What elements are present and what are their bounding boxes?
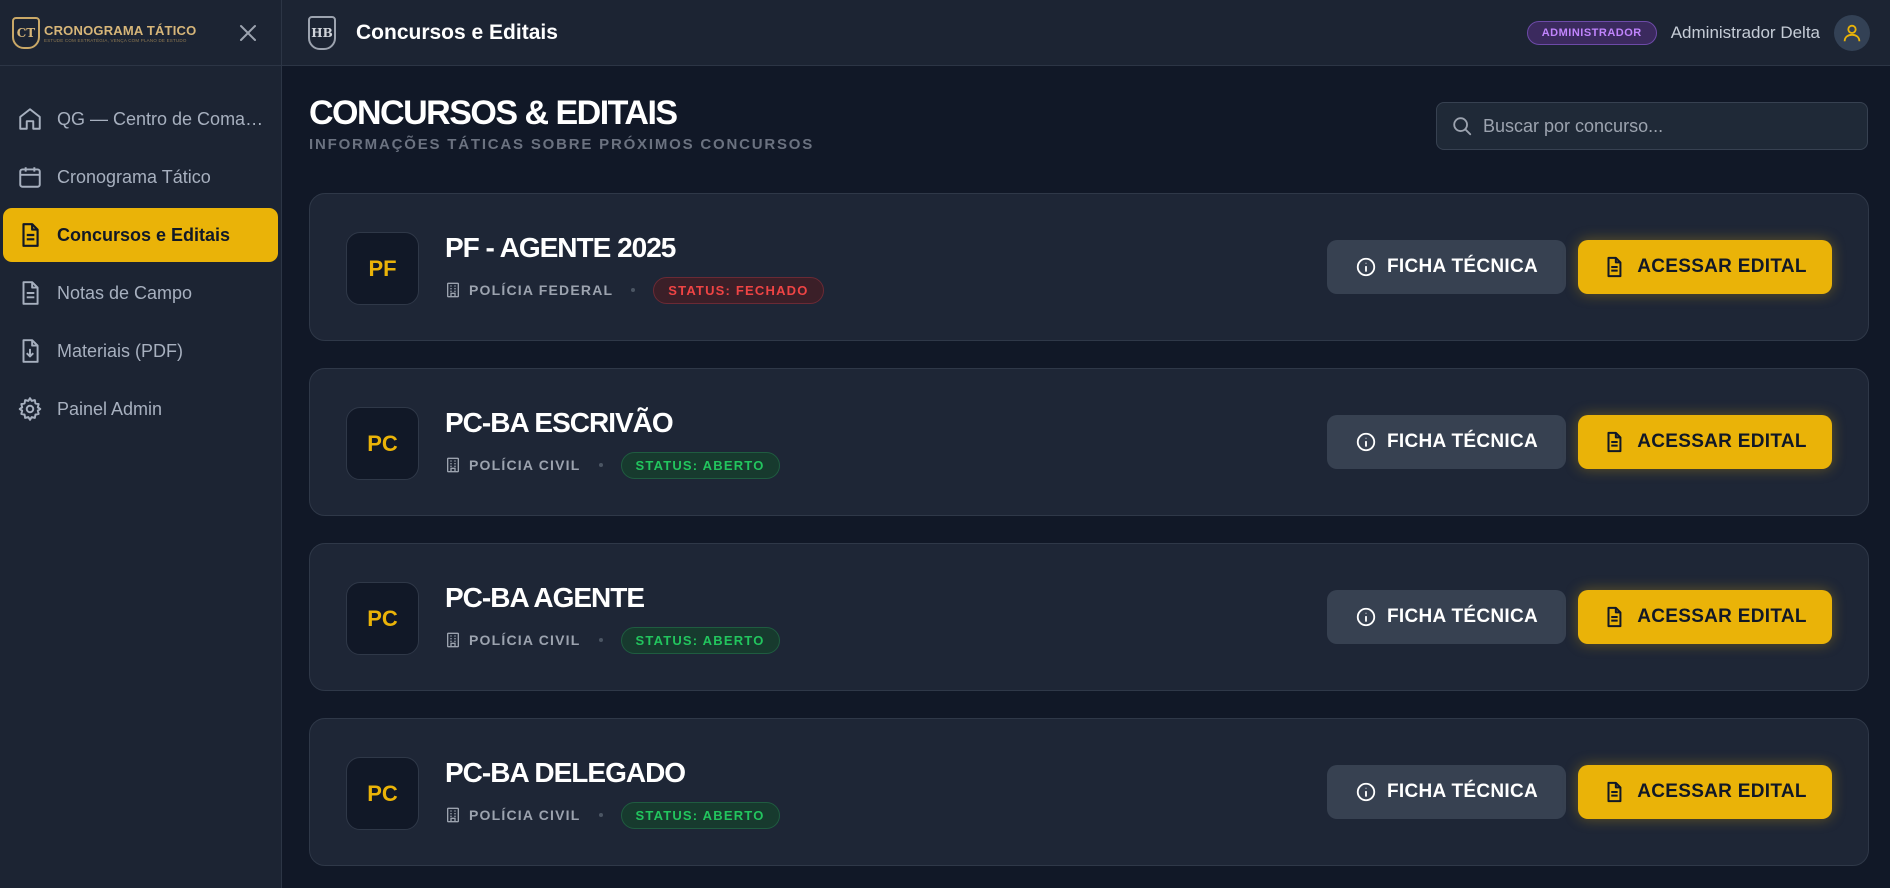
acessar-edital-label: ACESSAR EDITAL xyxy=(1637,431,1807,452)
acessar-edital-label: ACESSAR EDITAL xyxy=(1637,606,1807,627)
building-icon xyxy=(447,807,459,823)
topbar-title: Concursos e Editais xyxy=(356,20,558,44)
info-icon xyxy=(1356,607,1376,627)
building-icon xyxy=(447,457,459,473)
concurso-card: PC PC-BA DELEGADO POLÍCIA CIVIL STATUS: … xyxy=(309,718,1869,866)
role-badge: ADMINISTRADOR xyxy=(1526,21,1657,45)
page-title: CONCURSOS & EDITAIS xyxy=(309,94,678,132)
sidebar: CT CRONOGRAMA TÁTICO ESTUDE COM ESTRATÉG… xyxy=(0,0,282,888)
sidebar-item-label: QG — Centro de Comando xyxy=(57,108,267,129)
acessar-edital-button[interactable]: ACESSAR EDITAL xyxy=(1578,765,1832,819)
concurso-card: PC PC-BA ESCRIVÃO POLÍCIA CIVIL STATUS: … xyxy=(309,368,1869,516)
notes-icon xyxy=(22,281,39,305)
status-badge: STATUS: ABERTO xyxy=(620,626,780,654)
hb-logo: HB xyxy=(308,15,336,50)
info-icon xyxy=(1356,782,1376,802)
close-icon xyxy=(240,24,256,41)
ficha-tecnica-label: FICHA TÉCNICA xyxy=(1387,431,1538,452)
sidebar-item-label: Cronograma Tático xyxy=(57,166,211,187)
document-icon xyxy=(1607,606,1622,628)
status-badge: STATUS: ABERTO xyxy=(620,801,780,829)
sidebar-item-qg[interactable]: QG — Centro de Comando xyxy=(3,92,278,146)
logo-title: CRONOGRAMA TÁTICO xyxy=(44,22,197,38)
concurso-org: POLÍCIA CIVIL xyxy=(469,457,581,473)
sidebar-nav: QG — Centro de Comando Cronograma Tático… xyxy=(0,66,281,436)
ficha-tecnica-button[interactable]: FICHA TÉCNICA xyxy=(1327,590,1566,644)
separator-dot xyxy=(598,813,603,817)
logo-mark: CT xyxy=(12,16,40,49)
app-logo[interactable]: CT CRONOGRAMA TÁTICO ESTUDE COM ESTRATÉG… xyxy=(12,16,197,49)
concurso-title: PC-BA ESCRIVÃO xyxy=(445,407,674,438)
search-icon xyxy=(1453,117,1472,136)
concurso-card: PC PC-BA AGENTE POLÍCIA CIVIL STATUS: AB… xyxy=(309,543,1869,691)
concurso-code: PC xyxy=(346,407,419,480)
concurso-org: POLÍCIA CIVIL xyxy=(469,807,581,823)
main-content: CONCURSOS & EDITAIS INFORMAÇÕES TÁTICAS … xyxy=(282,66,1890,888)
concurso-title: PF - AGENTE 2025 xyxy=(445,232,676,263)
concurso-list: PF PF - AGENTE 2025 POLÍCIA FEDERAL STAT… xyxy=(309,193,1869,888)
topbar: HB Concursos e Editais ADMINISTRADOR Adm… xyxy=(282,0,1890,66)
building-icon xyxy=(447,282,459,298)
user-icon xyxy=(1843,24,1861,42)
concurso-org: POLÍCIA CIVIL xyxy=(469,632,581,648)
home-icon xyxy=(19,108,41,130)
file-download-icon xyxy=(22,339,39,363)
search-input[interactable] xyxy=(1483,115,1853,137)
sidebar-item-materiais[interactable]: Materiais (PDF) xyxy=(3,324,278,378)
separator-dot xyxy=(598,638,603,642)
document-icon xyxy=(22,223,39,247)
ficha-tecnica-button[interactable]: FICHA TÉCNICA xyxy=(1327,415,1566,469)
sidebar-header: CT CRONOGRAMA TÁTICO ESTUDE COM ESTRATÉG… xyxy=(0,0,281,66)
concurso-code: PC xyxy=(346,757,419,830)
sidebar-item-cronograma[interactable]: Cronograma Tático xyxy=(3,150,278,204)
info-icon xyxy=(1356,257,1376,277)
acessar-edital-label: ACESSAR EDITAL xyxy=(1637,256,1807,277)
concurso-org: POLÍCIA FEDERAL xyxy=(469,282,614,298)
search-box xyxy=(1436,102,1868,150)
status-badge: STATUS: FECHADO xyxy=(653,276,824,304)
user-name: Administrador Delta xyxy=(1670,23,1820,42)
ficha-tecnica-label: FICHA TÉCNICA xyxy=(1387,606,1538,627)
ficha-tecnica-button[interactable]: FICHA TÉCNICA xyxy=(1327,765,1566,819)
acessar-edital-button[interactable]: ACESSAR EDITAL xyxy=(1578,590,1832,644)
close-sidebar-button[interactable] xyxy=(237,22,259,44)
page-subtitle: INFORMAÇÕES TÁTICAS SOBRE PRÓXIMOS CONCU… xyxy=(309,136,815,153)
info-icon xyxy=(1356,432,1376,452)
ficha-tecnica-label: FICHA TÉCNICA xyxy=(1387,781,1538,802)
calendar-icon xyxy=(19,167,41,188)
building-icon xyxy=(447,632,459,648)
acessar-edital-button[interactable]: ACESSAR EDITAL xyxy=(1578,415,1832,469)
status-badge: STATUS: ABERTO xyxy=(620,451,780,479)
document-icon xyxy=(1607,256,1622,278)
concurso-card: PF PF - AGENTE 2025 POLÍCIA FEDERAL STAT… xyxy=(309,193,1869,341)
ficha-tecnica-label: FICHA TÉCNICA xyxy=(1387,256,1538,277)
concurso-code: PC xyxy=(346,582,419,655)
concurso-code: PF xyxy=(346,232,419,305)
gear-icon xyxy=(18,397,42,421)
concurso-title: PC-BA AGENTE xyxy=(445,582,645,613)
logo-subtitle: ESTUDE COM ESTRATÉGIA, VENÇA COM PLANO D… xyxy=(44,37,187,43)
sidebar-item-label: Notas de Campo xyxy=(57,282,193,303)
avatar[interactable] xyxy=(1834,15,1870,51)
sidebar-item-label: Concursos e Editais xyxy=(57,224,231,245)
document-icon xyxy=(1607,431,1622,453)
document-icon xyxy=(1607,781,1622,803)
separator-dot xyxy=(598,463,603,467)
sidebar-item-notas[interactable]: Notas de Campo xyxy=(3,266,278,320)
concurso-title: PC-BA DELEGADO xyxy=(445,757,686,788)
sidebar-item-label: Painel Admin xyxy=(57,398,163,419)
acessar-edital-button[interactable]: ACESSAR EDITAL xyxy=(1578,240,1832,294)
acessar-edital-label: ACESSAR EDITAL xyxy=(1637,781,1807,802)
ficha-tecnica-button[interactable]: FICHA TÉCNICA xyxy=(1327,240,1566,294)
separator-dot xyxy=(631,288,636,292)
sidebar-item-admin[interactable]: Painel Admin xyxy=(3,382,278,436)
sidebar-item-concursos[interactable]: Concursos e Editais xyxy=(3,208,278,262)
sidebar-item-label: Materiais (PDF) xyxy=(57,340,184,361)
